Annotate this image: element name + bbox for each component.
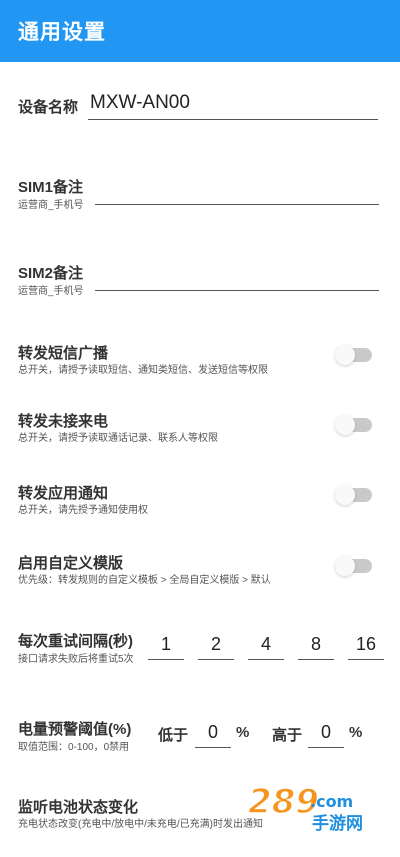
forward-missed-call-toggle[interactable] [335, 415, 372, 435]
forward-app-notify-toggle[interactable] [335, 485, 372, 505]
device-name-label: 设备名称 [18, 99, 79, 116]
device-name-input[interactable]: MXW-AN00 [88, 90, 378, 120]
forward-app-notify-desc: 总开关，请先授予通知使用权 [18, 505, 148, 516]
sim2-hint: 运营商_手机号 [18, 286, 84, 297]
battery-threshold-label: 电量预警阈值(%) [18, 721, 132, 738]
forward-app-notify-row: 转发应用通知 总开关，请先授予通知使用权 [0, 480, 400, 516]
retry-interval-input-5[interactable]: 16 [348, 634, 384, 660]
watermark-domain: .com [310, 792, 353, 811]
battery-high-label: 高于 [272, 727, 303, 744]
retry-desc: 接口请求失败后将重试5次 [18, 654, 134, 665]
watermark-text: 289 [248, 782, 319, 822]
toggle-knob [335, 485, 355, 505]
forward-sms-toggle[interactable] [335, 345, 372, 365]
sim2-row: SIM2备注 运营商_手机号 [0, 260, 400, 300]
forward-missed-call-label: 转发未接来电 [18, 413, 109, 430]
forward-sms-label: 转发短信广播 [18, 345, 109, 362]
sim1-input[interactable] [95, 204, 379, 205]
watermark-graphic: 289 .com 手游网 [247, 781, 363, 834]
custom-template-label: 启用自定义模版 [18, 555, 124, 572]
battery-high-input[interactable]: 0 [308, 722, 344, 748]
custom-template-row: 启用自定义模版 优先级：转发规则的自定义模板 > 全局自定义模版 > 默认 [0, 550, 400, 586]
battery-high-unit: % [349, 724, 363, 741]
battery-monitor-label: 监听电池状态变化 [18, 799, 139, 816]
battery-low-unit: % [236, 724, 250, 741]
retry-interval-input-2[interactable]: 2 [198, 634, 234, 660]
custom-template-toggle[interactable] [335, 556, 372, 576]
sim2-input[interactable] [95, 290, 379, 291]
forward-app-notify-label: 转发应用通知 [18, 485, 109, 502]
app-bar: 通用设置 [0, 0, 400, 62]
battery-threshold-row: 电量预警阈值(%) 取值范围：0-100，0禁用 低于 0 % 高于 0 % [0, 716, 400, 756]
retry-interval-input-3[interactable]: 4 [248, 634, 284, 660]
retry-interval-input-4[interactable]: 8 [298, 634, 334, 660]
battery-low-label: 低于 [158, 727, 189, 744]
device-name-row: 设备名称 MXW-AN00 [0, 90, 400, 130]
retry-label: 每次重试间隔(秒) [18, 633, 133, 650]
sim2-label: SIM2备注 [18, 265, 84, 282]
forward-sms-desc: 总开关，请授予读取短信、通知类短信、发送短信等权限 [18, 365, 268, 376]
sim1-row: SIM1备注 运营商_手机号 [0, 174, 400, 214]
custom-template-desc: 优先级：转发规则的自定义模板 > 全局自定义模版 > 默认 [18, 575, 271, 586]
page-title: 通用设置 [18, 21, 106, 44]
toggle-knob [335, 556, 355, 576]
forward-missed-call-desc: 总开关，请授予读取通话记录、联系人等权限 [18, 433, 218, 444]
battery-low-input[interactable]: 0 [195, 722, 231, 748]
toggle-knob [335, 345, 355, 365]
toggle-knob [335, 415, 355, 435]
retry-interval-input-1[interactable]: 1 [148, 634, 184, 660]
watermark-logo: 289 .com 手游网 [240, 777, 390, 837]
sim1-hint: 运营商_手机号 [18, 200, 84, 211]
retry-row: 每次重试间隔(秒) 接口请求失败后将重试5次 1 2 4 8 16 [0, 628, 400, 668]
battery-threshold-desc: 取值范围：0-100，0禁用 [18, 742, 130, 753]
watermark-subtext: 手游网 [312, 813, 363, 834]
device-name-value: MXW-AN00 [90, 92, 190, 113]
forward-sms-row: 转发短信广播 总开关，请授予读取短信、通知类短信、发送短信等权限 [0, 340, 400, 376]
battery-monitor-desc: 充电状态改变(充电中/放电中/未充电/已充满)时发出通知 [18, 819, 263, 830]
forward-missed-call-row: 转发未接来电 总开关，请授予读取通话记录、联系人等权限 [0, 408, 400, 444]
sim1-label: SIM1备注 [18, 179, 84, 196]
